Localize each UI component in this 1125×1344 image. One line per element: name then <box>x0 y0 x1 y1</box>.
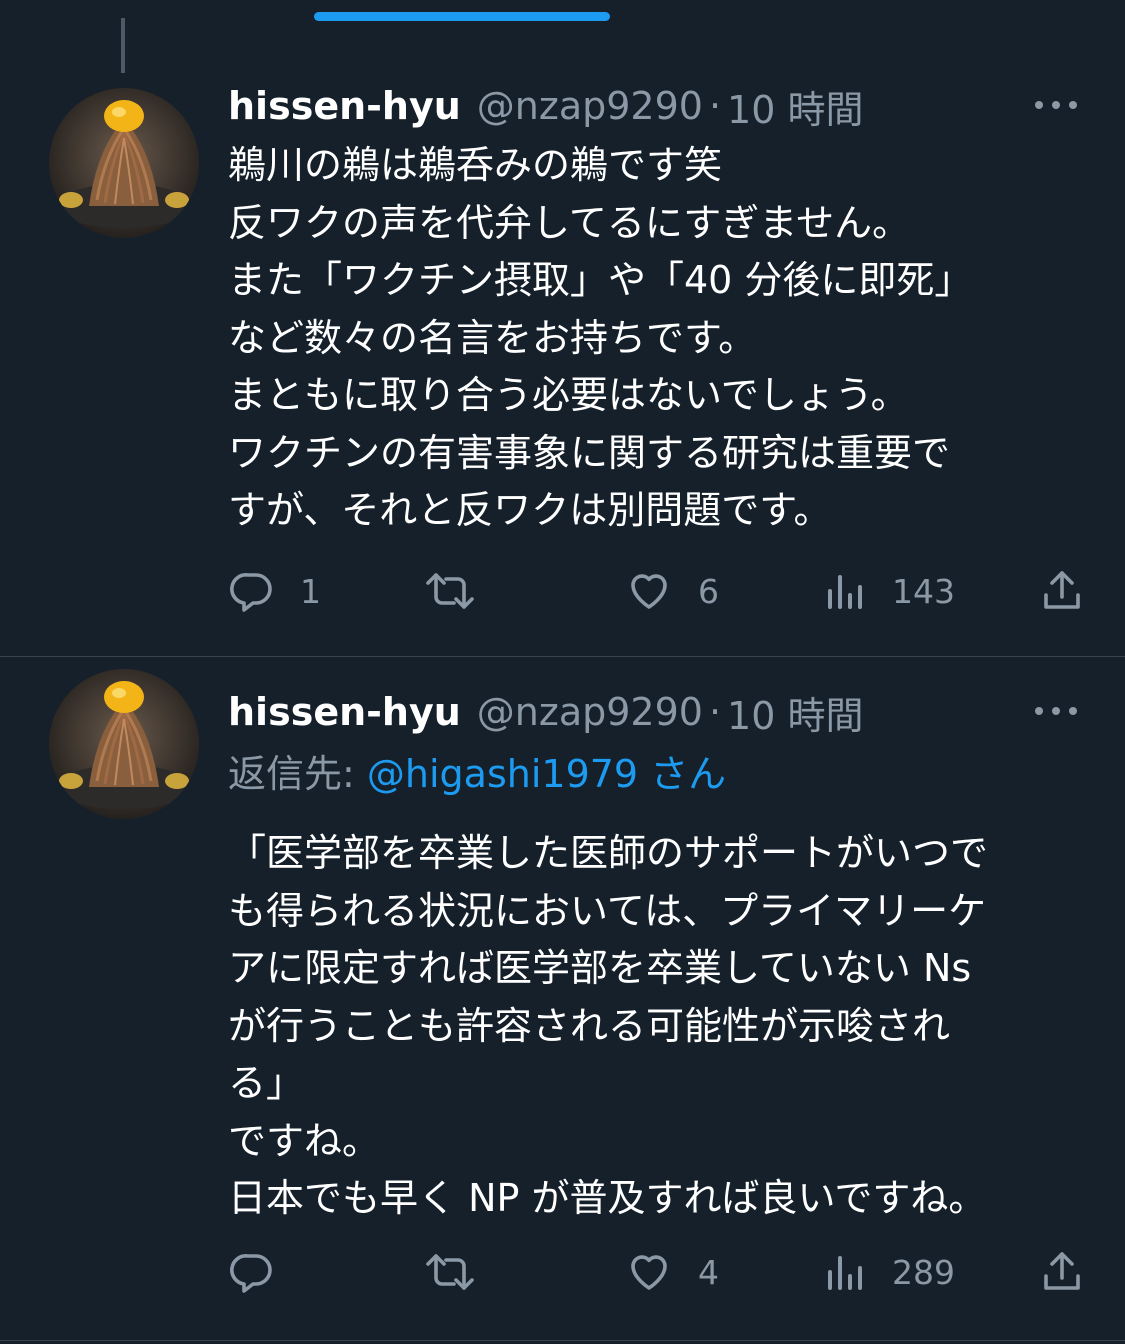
views-button[interactable]: 289 <box>824 1242 955 1302</box>
retweet-icon <box>426 1254 474 1290</box>
tweet-text-line: ワクチンの有害事象に関する研究は重要で <box>228 430 951 475</box>
like-count: 6 <box>698 571 719 611</box>
heart-icon <box>631 574 667 609</box>
retweet-button[interactable] <box>424 1242 500 1302</box>
timestamp[interactable]: 10 時間 <box>727 79 863 134</box>
tweet-text-line: アに限定すれば医学部を卒業していない Ns <box>228 946 972 990</box>
tweet-text-line: ですね。 <box>228 1118 381 1163</box>
like-button[interactable]: 6 <box>624 561 719 621</box>
share-button[interactable] <box>1038 561 1086 621</box>
display-name[interactable]: hissen-hyu <box>228 690 461 734</box>
reply-to-mention[interactable]: @higashi1979 さん <box>367 752 726 796</box>
tweet-text-line: すが、それと反ワクは別問題です。 <box>228 488 832 532</box>
separator-dot: · <box>708 690 722 734</box>
tweet-header: hissen-hyu @nzap9290 · 10 時間 <box>228 682 1085 742</box>
more-dot <box>1069 707 1077 715</box>
tweet-text: 「医学部を卒業した医師のサポートがいつで も得られる状況においては、プライマリー… <box>228 825 1098 1228</box>
more-dot <box>1069 101 1077 109</box>
reply-button[interactable] <box>228 1242 300 1302</box>
tweet-text-line: など数々の名言をお持ちです。 <box>228 315 757 360</box>
reply-to-line: 返信先: @higashi1979 さん <box>228 743 726 798</box>
view-count: 289 <box>892 1252 955 1292</box>
reply-button[interactable]: 1 <box>228 561 321 621</box>
share-icon <box>1044 571 1080 609</box>
tweet[interactable]: hissen-hyu @nzap9290 · 10 時間 鵜川の鵜は鵜呑みの鵜で… <box>0 0 1125 656</box>
view-count: 143 <box>892 571 955 611</box>
reply-count: 1 <box>300 571 321 611</box>
retweet-button[interactable] <box>424 561 500 621</box>
more-dot <box>1052 707 1060 715</box>
display-name[interactable]: hissen-hyu <box>228 84 461 128</box>
tweet[interactable]: hissen-hyu @nzap9290 · 10 時間 返信先: @higas… <box>0 657 1125 1341</box>
tweet-text-line: 鵜川の鵜は鵜呑みの鵜です笑 <box>228 143 723 187</box>
reply-to-label: 返信先: <box>228 752 355 796</box>
tweet-text-line: また「ワクチン摂取」や「40 分後に即死」 <box>228 258 973 302</box>
views-icon <box>828 1256 862 1290</box>
avatar[interactable] <box>49 88 199 238</box>
tweet-divider <box>0 1340 1125 1341</box>
tweet-text-line: が行うことも許容される可能性が示唆され <box>228 1003 951 1048</box>
tweet-text-line: る」 <box>228 1061 305 1105</box>
like-button[interactable]: 4 <box>624 1242 719 1302</box>
tweet-text-line: 日本でも早く NP が普及すれば良いですね。 <box>228 1176 987 1220</box>
tweet-text: 鵜川の鵜は鵜呑みの鵜です笑 反ワクの声を代弁してるにすぎません。 また「ワクチン… <box>228 137 1098 540</box>
views-button[interactable]: 143 <box>824 561 955 621</box>
reply-icon <box>230 573 272 612</box>
heart-icon <box>631 1255 667 1290</box>
tweet-text-line: も得られる状況においては、プライマリーケ <box>228 888 987 933</box>
user-handle[interactable]: @nzap9290 <box>477 84 703 128</box>
tweet-text-line: 「医学部を卒業した医師のサポートがいつで <box>228 831 989 875</box>
tweet-text-line: 反ワクの声を代弁してるにすぎません。 <box>228 200 911 245</box>
like-count: 4 <box>698 1252 719 1292</box>
tweet-text-line: まともに取り合う必要はないでしょう。 <box>228 373 909 417</box>
more-dot <box>1035 707 1043 715</box>
tweet-actions: 1 6 143 <box>228 561 1098 621</box>
avatar[interactable] <box>49 669 199 819</box>
more-icon[interactable] <box>1035 90 1077 120</box>
share-icon <box>1044 1252 1080 1290</box>
tweet-actions: 4 289 <box>228 1242 1098 1302</box>
more-dot <box>1052 101 1060 109</box>
more-icon[interactable] <box>1035 696 1077 726</box>
retweet-icon <box>426 573 474 609</box>
views-icon <box>828 575 862 609</box>
tweet-header: hissen-hyu @nzap9290 · 10 時間 <box>228 76 1085 136</box>
more-dot <box>1035 101 1043 109</box>
reply-icon <box>230 1254 272 1293</box>
share-button[interactable] <box>1038 1242 1086 1302</box>
timestamp[interactable]: 10 時間 <box>727 685 863 740</box>
user-handle[interactable]: @nzap9290 <box>477 690 703 734</box>
separator-dot: · <box>708 84 722 128</box>
